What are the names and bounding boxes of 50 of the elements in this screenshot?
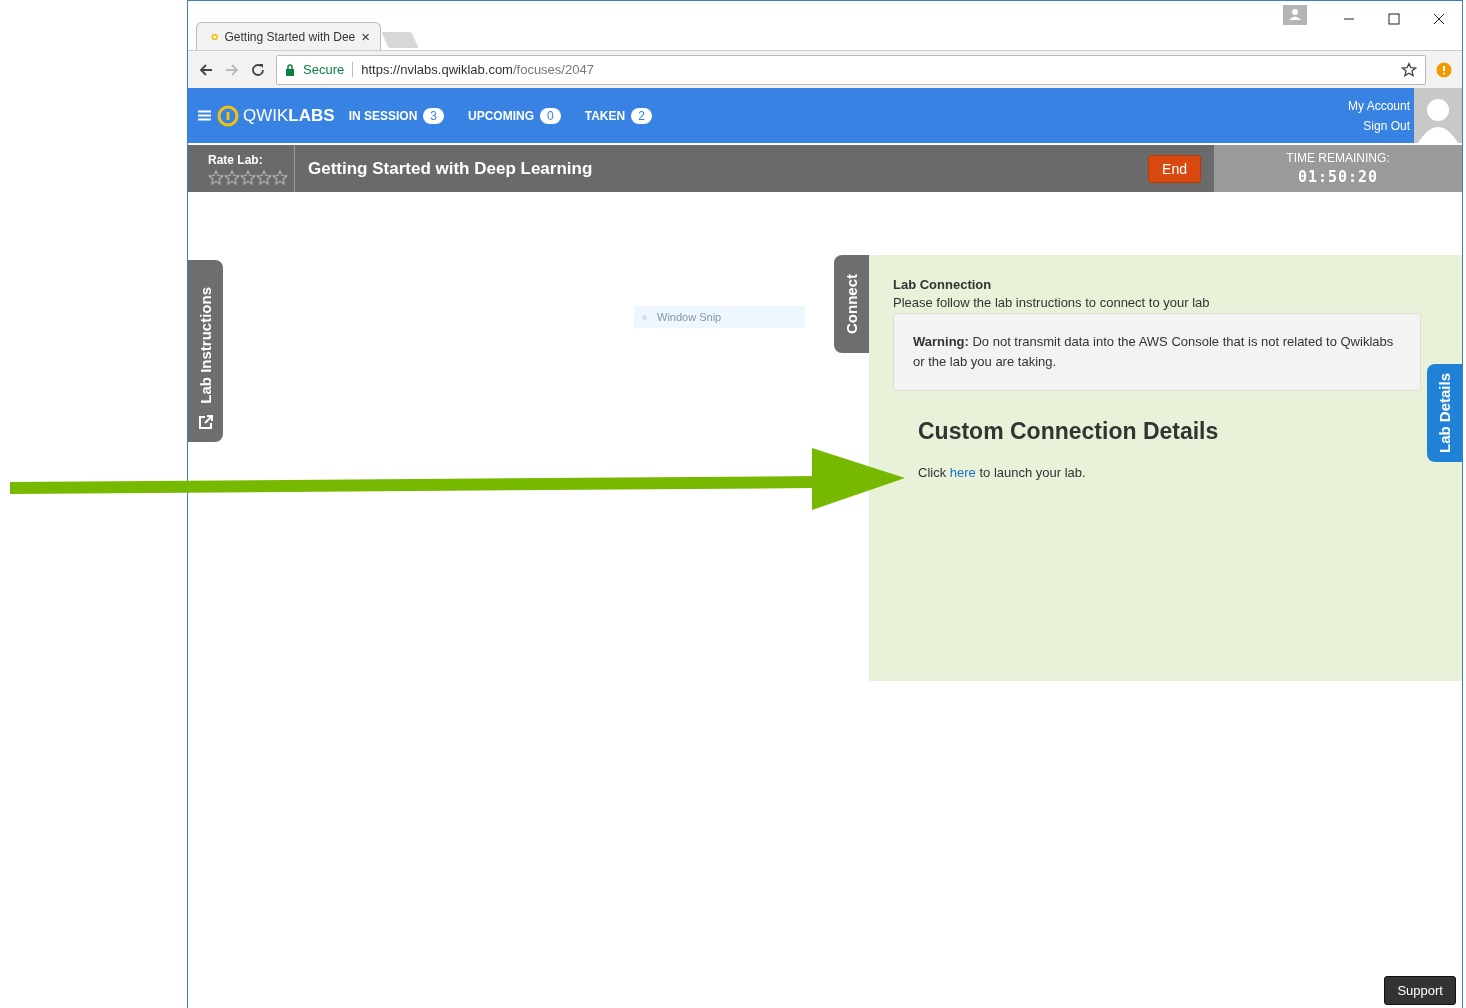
new-tab-button[interactable]: [381, 32, 419, 48]
count-badge: 0: [540, 107, 561, 124]
nav-link[interactable]: UPCOMING: [468, 108, 534, 123]
lock-icon: [285, 63, 295, 76]
reload-icon: [250, 61, 266, 78]
panel-subtitle: Please follow the lab instructions to connect to your lab: [893, 295, 1211, 310]
alert-icon: [1436, 61, 1452, 78]
tooltip: Window Snip: [634, 306, 805, 328]
launch-text: Click here to launch your lab.: [918, 465, 1087, 480]
details-title: Custom Connection Details: [918, 418, 1220, 445]
side-tab[interactable]: Connect: [834, 255, 869, 353]
here-link[interactable]: here: [949, 465, 976, 480]
star-icon: [256, 169, 272, 185]
secure-label: Secure: [303, 62, 354, 77]
star-icon: [224, 169, 240, 185]
rate-label: Rate Lab:: [208, 152, 264, 167]
count-badge: 2: [631, 107, 652, 124]
count-badge: 3: [423, 107, 444, 124]
avatar-icon[interactable]: [1414, 88, 1462, 143]
back-icon: [198, 61, 214, 78]
external-link-icon: [197, 414, 214, 430]
star-icon: [208, 169, 224, 185]
nav-link[interactable]: TAKEN: [584, 108, 626, 123]
star-icon: [1401, 61, 1417, 78]
qwiklabs-logo[interactable]: QWIKLABS: [217, 104, 335, 127]
warning-text: Warning: Do not transmit data into the AWS Console that is not related to Qwiklabs or the lab you are taking.: [913, 333, 1395, 371]
address-bar[interactable]: Secure https://nvlabs.qwiklab.com/focuses/2047: [276, 54, 1426, 85]
profile-icon: [1283, 5, 1307, 25]
end-button[interactable]: End: [1148, 154, 1201, 183]
close-icon[interactable]: ×: [361, 28, 370, 45]
url-text: https://nvlabs.qwiklab.com/focuses/2047: [361, 62, 595, 77]
forward-icon: [224, 61, 240, 78]
star-icon: [272, 169, 288, 185]
maximize-icon: [1388, 13, 1400, 25]
panel-heading: Lab Connection: [893, 277, 993, 292]
side-tab[interactable]: Lab Instructions: [188, 260, 223, 442]
side-tab[interactable]: Lab Details: [1427, 364, 1462, 462]
timer-label: TIME REMAINING:: [1286, 151, 1390, 165]
browser-tab[interactable]: Getting Started with Dee ×: [196, 22, 381, 50]
menu-icon: [198, 110, 211, 121]
close-icon: [1433, 13, 1445, 25]
account-link[interactable]: My Account: [1347, 98, 1410, 113]
logo-icon: [217, 104, 239, 127]
tab-title: Getting Started with Dee: [224, 29, 356, 44]
lab-title: Getting Started with Deep Learning: [307, 158, 594, 179]
nav-link[interactable]: IN SESSION: [348, 108, 418, 123]
support-button[interactable]: Support: [1384, 976, 1456, 1005]
timer-value: 01:50:20: [1297, 168, 1379, 186]
star-icon: [240, 169, 256, 185]
account-link[interactable]: Sign Out: [1363, 118, 1410, 133]
